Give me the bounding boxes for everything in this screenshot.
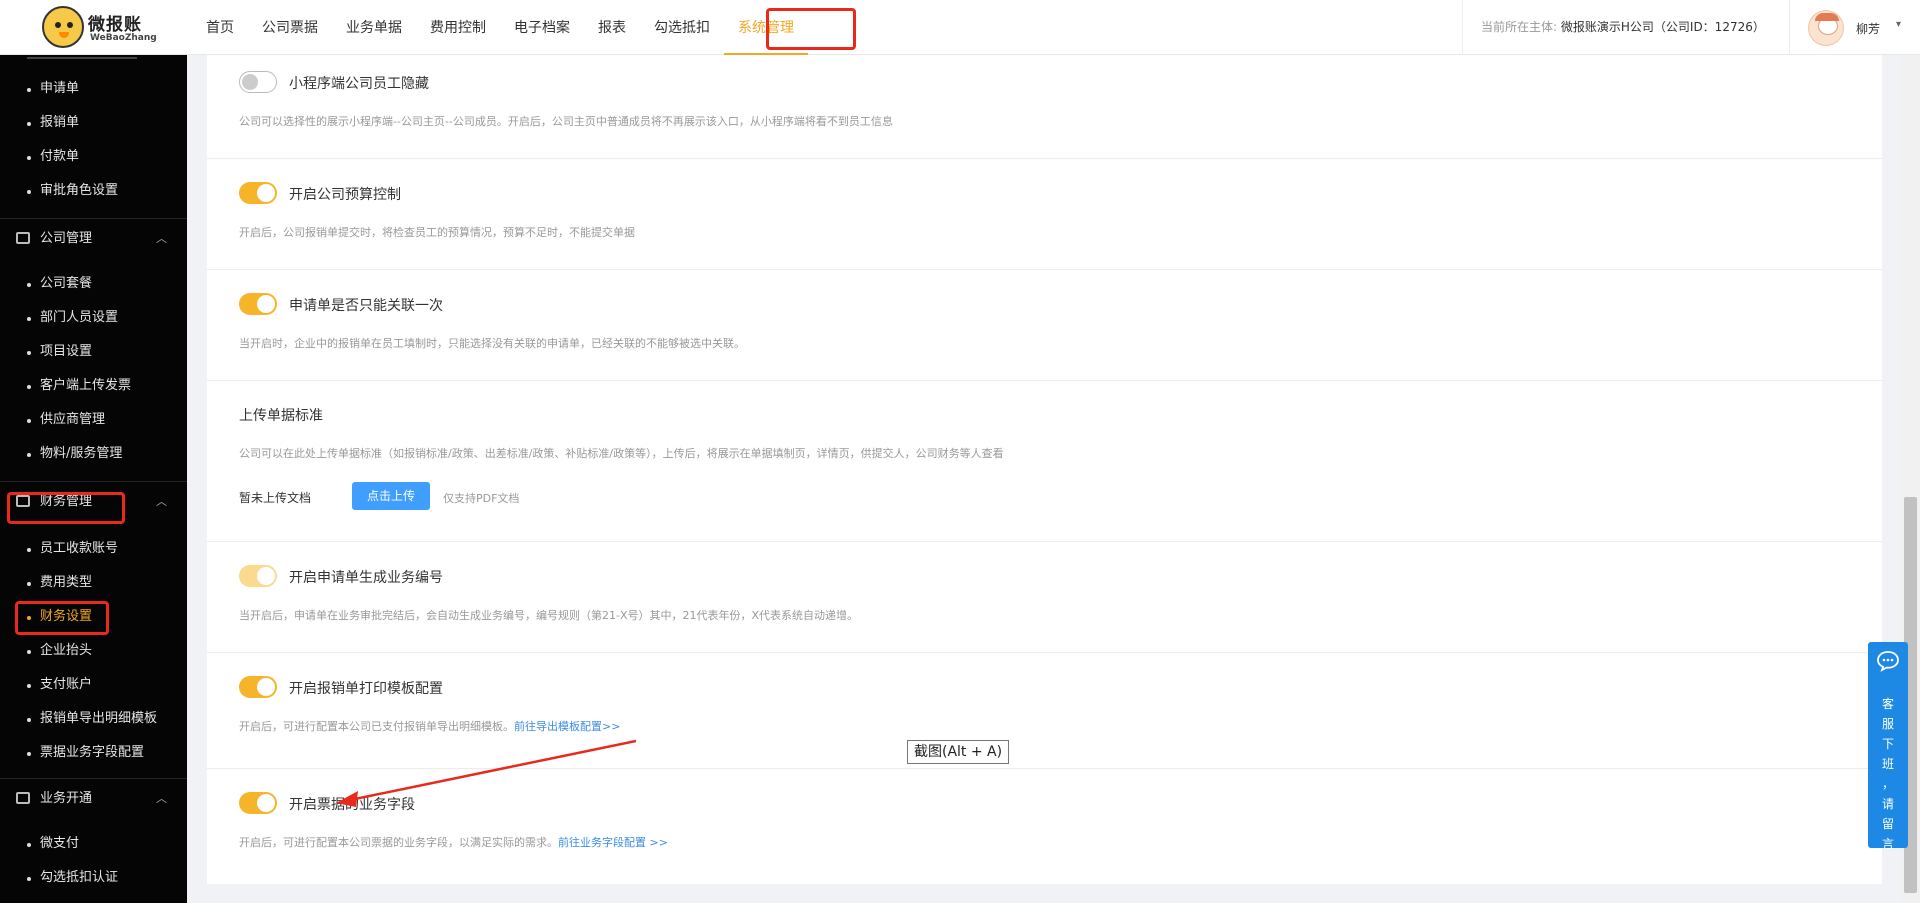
business-field-link[interactable]: 前往业务字段配置 >> xyxy=(558,836,668,849)
setting-row: 申请单是否只能关联一次 当开启时，企业中的报销单在员工填制时，只能选择没有关联的… xyxy=(207,270,1882,381)
settings-panel: 小程序端公司员工隐藏 公司可以选择性的展示小程序端--公司主页--公司成员。开启… xyxy=(187,55,1901,903)
setting-row: 开启报销单打印模板配置 开启后，可进行配置本公司已支付报销单导出明细模板。前往导… xyxy=(207,653,1882,769)
setting-row: 开启公司预算控制 开启后，公司报销单提交时，将检查员工的预算情况，预算不足时，不… xyxy=(207,159,1882,270)
sidebar-item-application-form[interactable]: 申请单 xyxy=(0,74,187,104)
database-icon xyxy=(16,232,30,244)
sidebar-item-employee-accounts[interactable]: 员工收款账号 xyxy=(0,534,187,564)
setting-title: 开启公司预算控制 xyxy=(289,187,401,203)
setting-desc: 当开启后，申请单在业务审批完结后，会自动生成业务编号，编号规则（第21-X号）其… xyxy=(239,609,859,622)
toggle-business-number[interactable] xyxy=(239,565,277,587)
briefcase-icon xyxy=(16,792,30,804)
setting-title: 上传单据标准 xyxy=(239,408,323,424)
logo[interactable]: 微报账 WeBaoZhang xyxy=(42,6,157,50)
chevron-up-icon: ︿ xyxy=(156,495,167,508)
logo-name: 微报账 xyxy=(88,15,142,35)
setting-title: 开启报销单打印模板配置 xyxy=(289,681,443,697)
toggle-invoice-fields[interactable] xyxy=(239,792,277,814)
nav-expense-control[interactable]: 费用控制 xyxy=(416,0,500,55)
nav-deduction[interactable]: 勾选抵扣 xyxy=(640,0,724,55)
user-name: 柳芳 xyxy=(1856,22,1881,36)
service-text: 客服下班，请留言 xyxy=(1881,697,1894,851)
current-company: 当前所在主体: 微报账演示H公司（公司ID：12726） xyxy=(1462,0,1789,55)
sidebar-item-expense-types[interactable]: 费用类型 xyxy=(0,568,187,598)
company-name: 微报账演示H公司（公司ID：12726） xyxy=(1560,20,1765,34)
export-template-link[interactable]: 前往导出模板配置>> xyxy=(514,720,620,733)
sidebar-item-company-headers[interactable]: 企业抬头 xyxy=(0,636,187,666)
setting-desc-text: 开启后，可进行配置本公司票据的业务字段，以满足实际的需求。 xyxy=(239,836,558,849)
sidebar-item-finance-settings[interactable]: 财务设置 xyxy=(0,602,187,632)
sidebar-item-client-upload-invoice[interactable]: 客户端上传发票 xyxy=(0,371,187,401)
screenshot-tooltip: 截图(Alt + A) xyxy=(907,740,1010,764)
company-prefix: 当前所在主体: xyxy=(1481,20,1558,34)
sidebar-item-payment-accounts[interactable]: 支付账户 xyxy=(0,670,187,700)
chat-icon xyxy=(1877,651,1899,672)
avatar[interactable] xyxy=(1808,10,1844,46)
sidebar-item-company-package[interactable]: 公司套餐 xyxy=(0,269,187,299)
toggle-budget-control[interactable] xyxy=(239,182,277,204)
upload-hint: 仅支持PDF文档 xyxy=(443,492,520,505)
nav-company-invoices[interactable]: 公司票据 xyxy=(248,0,332,55)
sidebar-item-supplier-management[interactable]: 供应商管理 xyxy=(0,405,187,435)
chevron-up-icon: ︿ xyxy=(156,232,167,245)
sidebar-item-deduction-certification[interactable]: 勾选抵扣认证 xyxy=(0,863,187,893)
sidebar-item-invoice-field-config[interactable]: 票据业务字段配置 xyxy=(0,738,187,768)
main-nav: 首页 公司票据 业务单据 费用控制 电子档案 报表 勾选抵扣 系统管理 xyxy=(192,0,808,55)
sidebar-item-material-service[interactable]: 物料/服务管理 xyxy=(0,439,187,469)
logo-subtitle: WeBaoZhang xyxy=(90,33,157,43)
upload-status: 暂未上传文档 xyxy=(239,491,312,505)
setting-desc: 开启后，可进行配置本公司票据的业务字段，以满足实际的需求。前往业务字段配置 >> xyxy=(239,834,668,850)
nav-home[interactable]: 首页 xyxy=(192,0,248,55)
sidebar-group-label: 公司管理 xyxy=(40,231,93,246)
settings-card: 小程序端公司员工隐藏 公司可以选择性的展示小程序端--公司主页--公司成员。开启… xyxy=(207,55,1882,884)
setting-desc-text: 开启后，可进行配置本公司已支付报销单导出明细模板。 xyxy=(239,720,514,733)
user-menu[interactable]: 柳芳 ▾ xyxy=(1789,0,1920,55)
wallet-icon xyxy=(16,495,30,507)
upload-button[interactable]: 点击上传 xyxy=(352,482,430,510)
setting-desc: 开启后，可进行配置本公司已支付报销单导出明细模板。前往导出模板配置>> xyxy=(239,718,620,734)
sidebar-partial-group xyxy=(27,55,137,59)
setting-desc: 开启后，公司报销单提交时，将检查员工的预算情况，预算不足时，不能提交单据 xyxy=(239,226,635,239)
setting-desc: 公司可以选择性的展示小程序端--公司主页--公司成员。开启后，公司主页中普通成员… xyxy=(239,115,893,128)
logo-icon xyxy=(42,6,84,48)
toggle-print-template[interactable] xyxy=(239,676,277,698)
sidebar-group-label: 业务开通 xyxy=(40,791,93,806)
sidebar-item-payment-form[interactable]: 付款单 xyxy=(0,142,187,172)
top-navbar: 微报账 WeBaoZhang 首页 公司票据 业务单据 费用控制 电子档案 报表… xyxy=(0,0,1920,55)
sidebar-group-business-activation[interactable]: 业务开通 ︿ xyxy=(0,778,187,818)
setting-row: 小程序端公司员工隐藏 公司可以选择性的展示小程序端--公司主页--公司成员。开启… xyxy=(207,55,1882,159)
sidebar-item-export-template[interactable]: 报销单导出明细模板 xyxy=(0,704,187,734)
setting-row: 开启票据的业务字段 开启后，可进行配置本公司票据的业务字段，以满足实际的需求。前… xyxy=(207,769,1882,884)
nav-business-documents[interactable]: 业务单据 xyxy=(332,0,416,55)
sidebar-item-project-settings[interactable]: 项目设置 xyxy=(0,337,187,367)
setting-desc: 公司可以在此处上传单据标准（如报销标准/政策、出差标准/政策、补贴标准/政策等）… xyxy=(239,447,1004,460)
setting-title: 开启票据的业务字段 xyxy=(289,797,415,813)
sidebar-item-expense-report[interactable]: 报销单 xyxy=(0,108,187,138)
nav-e-archive[interactable]: 电子档案 xyxy=(500,0,584,55)
setting-title: 小程序端公司员工隐藏 xyxy=(289,76,429,92)
setting-row: 上传单据标准 公司可以在此处上传单据标准（如报销标准/政策、出差标准/政策、补贴… xyxy=(207,381,1882,542)
setting-desc: 当开启时，企业中的报销单在员工填制时，只能选择没有关联的申请单，已经关联的不能够… xyxy=(239,337,745,350)
customer-service-widget[interactable]: 客服下班，请留言 xyxy=(1868,642,1908,851)
setting-row: 开启申请单生成业务编号 当开启后，申请单在业务审批完结后，会自动生成业务编号，编… xyxy=(207,542,1882,653)
setting-title: 开启申请单生成业务编号 xyxy=(289,570,443,586)
chevron-up-icon: ︿ xyxy=(156,792,167,805)
chevron-down-icon: ▾ xyxy=(1896,19,1902,30)
sidebar-group-label: 财务管理 xyxy=(40,494,93,509)
toggle-hide-staff[interactable] xyxy=(239,71,277,93)
app-window: 微报账 WeBaoZhang 首页 公司票据 业务单据 费用控制 电子档案 报表… xyxy=(0,0,1920,903)
toggle-single-link[interactable] xyxy=(239,293,277,315)
sidebar-item-department-staff[interactable]: 部门人员设置 xyxy=(0,303,187,333)
sidebar-group-company-management[interactable]: 公司管理 ︿ xyxy=(0,218,187,258)
nav-reports[interactable]: 报表 xyxy=(584,0,640,55)
setting-title: 申请单是否只能关联一次 xyxy=(289,298,443,314)
sidebar-item-micro-payment[interactable]: 微支付 xyxy=(0,829,187,859)
sidebar-item-approval-roles[interactable]: 审批角色设置 xyxy=(0,176,187,206)
nav-system-management[interactable]: 系统管理 xyxy=(724,0,808,55)
sidebar: 申请单 报销单 付款单 审批角色设置 公司管理 ︿ 公司套餐 部门人员设置 项目… xyxy=(0,55,187,903)
sidebar-group-finance-management[interactable]: 财务管理 ︿ xyxy=(0,481,187,521)
